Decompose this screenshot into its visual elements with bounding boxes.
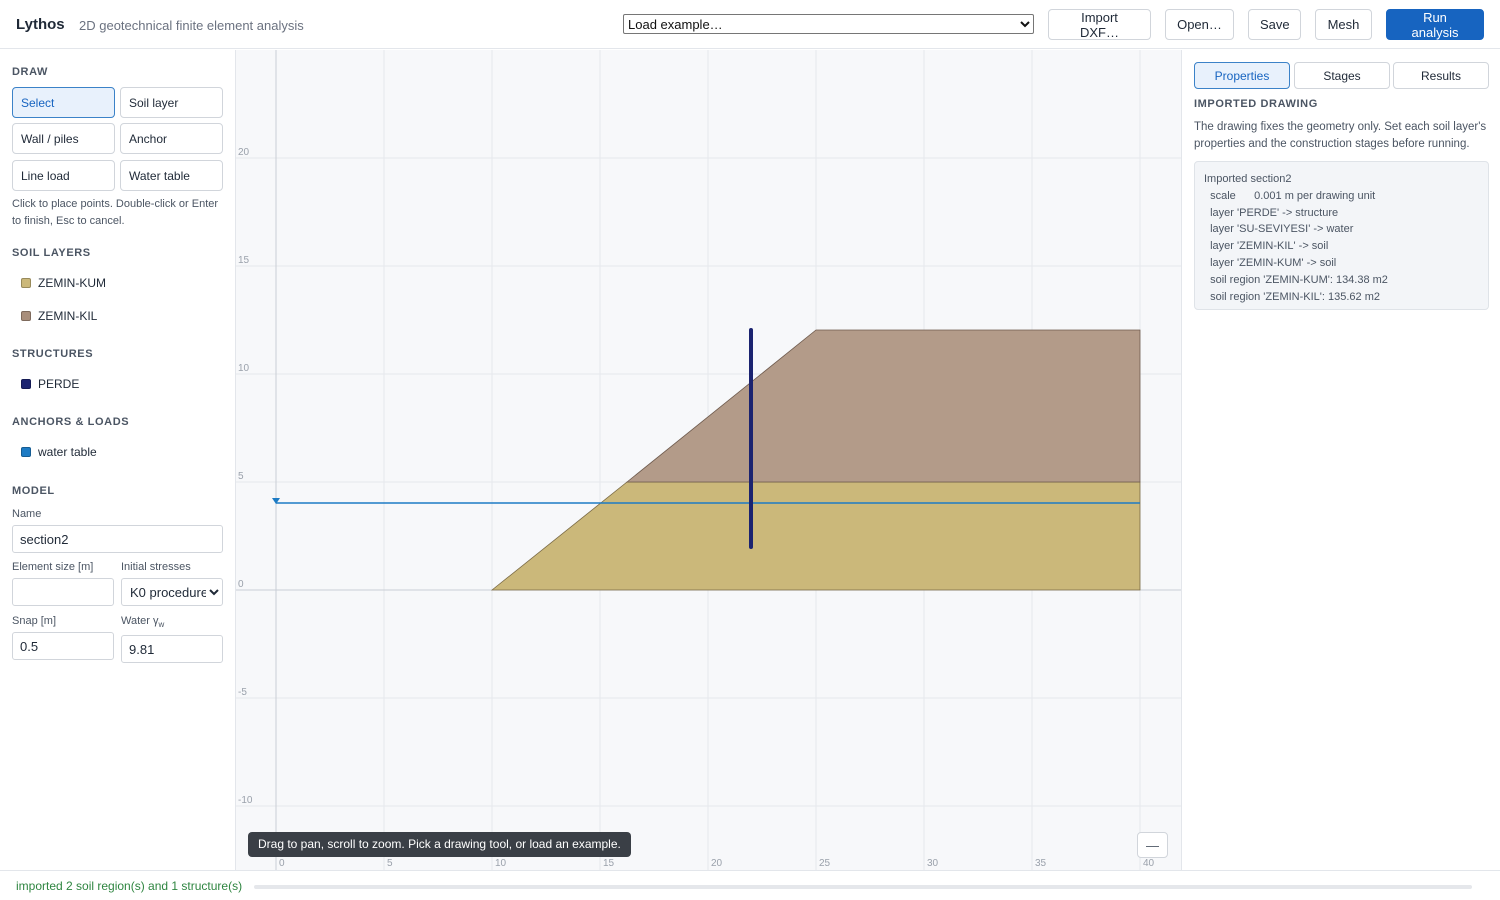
structure-label: PERDE — [38, 377, 80, 391]
model-name-input[interactable] — [12, 525, 223, 553]
import-log-line: layer 'ZEMIN-KIL' -> soil — [1204, 240, 1329, 253]
soil-layer-label: ZEMIN-KIL — [38, 309, 98, 323]
save-button[interactable]: Save — [1248, 9, 1301, 40]
y-tick-labels: 20 15 10 5 0 -5 -10 — [238, 147, 253, 806]
imported-drawing-description: The drawing fixes the geometry only. Set… — [1194, 121, 1487, 150]
water-unit-weight-text: Water γ — [121, 615, 159, 627]
import-log-line: soil region 'ZEMIN-KUM': 134.38 m2 — [1204, 273, 1388, 286]
import-dxf-button[interactable]: Import DXF… — [1048, 9, 1151, 40]
model-svg[interactable]: 20 15 10 5 0 -5 -10 0 5 10 15 20 25 30 3… — [236, 50, 1181, 870]
import-log-line: layer 'SU-SEVIYESI' -> water — [1204, 223, 1354, 236]
tab-properties[interactable]: Properties — [1194, 62, 1290, 89]
x-tick-label: 40 — [1143, 858, 1155, 869]
x-tick-label: 10 — [495, 858, 507, 869]
tool-anchor-button[interactable]: Anchor — [120, 123, 223, 154]
y-tick-label: 5 — [238, 471, 244, 482]
soil-color-swatch — [21, 311, 31, 321]
import-log-line: layer 'ZEMIN-KUM' -> soil — [1204, 256, 1337, 269]
element-size-label: Element size [m] — [12, 561, 94, 573]
y-tick-label: 10 — [238, 363, 250, 374]
tab-results[interactable]: Results — [1393, 62, 1489, 89]
import-log-line: scale 0.001 m per drawing unit — [1204, 189, 1376, 202]
app-tagline: 2D geotechnical finite element analysis — [79, 18, 304, 33]
canvas-hint-tooltip: Drag to pan, scroll to zoom. Pick a draw… — [248, 832, 631, 857]
app-root: Lythos 2D geotechnical finite element an… — [0, 0, 1500, 900]
name-label: Name — [12, 508, 42, 520]
load-item[interactable]: water table — [21, 444, 97, 460]
draw-heading: DRAW — [12, 66, 49, 78]
structure-item[interactable]: PERDE — [21, 376, 79, 392]
app-title: Lythos — [16, 16, 65, 33]
water-unit-weight-input[interactable] — [121, 635, 223, 663]
soil-color-swatch — [21, 278, 31, 288]
tool-wall-button[interactable]: Wall / piles — [12, 123, 115, 154]
draw-hint: Click to place points. Double-click or E… — [12, 198, 219, 227]
initial-stresses-label: Initial stresses — [121, 561, 191, 573]
right-panel: Properties Stages Results IMPORTED DRAWI… — [1181, 50, 1500, 870]
tab-stages[interactable]: Stages — [1294, 62, 1390, 89]
structures-heading: STRUCTURES — [12, 348, 94, 360]
soil-layer-item[interactable]: ZEMIN-KIL — [21, 308, 97, 324]
x-tick-labels: 0 5 10 15 20 25 30 35 40 — [279, 858, 1155, 869]
imported-drawing-heading: IMPORTED DRAWING — [1194, 98, 1318, 110]
left-sidebar: DRAW Select Soil layer Wall / piles Anch… — [0, 50, 236, 870]
top-bar: Lythos 2D geotechnical finite element an… — [0, 0, 1500, 49]
y-tick-label: 20 — [238, 147, 250, 158]
mesh-button[interactable]: Mesh — [1315, 9, 1372, 40]
import-log-line: Imported section2 — [1204, 173, 1292, 185]
import-log-line: layer 'PERDE' -> structure — [1204, 206, 1339, 219]
water-color-swatch — [21, 447, 31, 457]
model-heading: MODEL — [12, 485, 55, 497]
water-unit-weight-subscript: w — [158, 620, 165, 630]
status-message: imported 2 soil region(s) and 1 structur… — [16, 879, 243, 893]
y-tick-label: 15 — [238, 255, 250, 266]
snap-input[interactable] — [12, 632, 114, 660]
y-tick-label: 0 — [238, 579, 244, 590]
progress-bar — [254, 885, 1472, 889]
x-tick-label: 15 — [603, 858, 615, 869]
x-tick-label: 5 — [387, 858, 393, 869]
x-tick-label: 30 — [927, 858, 939, 869]
drawing-canvas[interactable]: 20 15 10 5 0 -5 -10 0 5 10 15 20 25 30 3… — [236, 50, 1181, 870]
status-bar: imported 2 soil region(s) and 1 structur… — [0, 870, 1500, 900]
element-size-input[interactable] — [12, 578, 114, 606]
structure-color-swatch — [21, 379, 31, 389]
collapse-button[interactable]: — — [1137, 832, 1168, 858]
y-tick-label: -10 — [238, 795, 253, 806]
x-tick-label: 20 — [711, 858, 723, 869]
soil-layer-item[interactable]: ZEMIN-KUM — [21, 275, 106, 291]
y-tick-label: -5 — [238, 687, 247, 698]
x-tick-label: 0 — [279, 858, 285, 869]
anchors-loads-heading: ANCHORS & LOADS — [12, 416, 130, 428]
soil-region-zemin-kil[interactable] — [625, 329, 1141, 483]
tool-water-table-button[interactable]: Water table — [120, 160, 223, 191]
soil-layers-heading: SOIL LAYERS — [12, 247, 91, 259]
initial-stresses-select[interactable]: K0 procedure — [121, 578, 223, 606]
x-tick-label: 35 — [1035, 858, 1047, 869]
soil-layer-label: ZEMIN-KUM — [38, 276, 106, 290]
tool-select-button[interactable]: Select — [12, 87, 115, 118]
tool-line-load-button[interactable]: Line load — [12, 160, 115, 191]
soil-region-zemin-kum[interactable] — [490, 481, 1141, 591]
open-button[interactable]: Open… — [1165, 9, 1234, 40]
run-analysis-button[interactable]: Run analysis — [1386, 9, 1484, 40]
snap-label: Snap [m] — [12, 615, 57, 627]
import-log-line: soil region 'ZEMIN-KIL': 135.62 m2 — [1204, 290, 1380, 303]
tool-soil-layer-button[interactable]: Soil layer — [120, 87, 223, 118]
import-log: Imported section2 scale 0.001 m per draw… — [1194, 161, 1489, 310]
load-example-select[interactable]: Load example… — [623, 14, 1034, 34]
x-tick-label: 25 — [819, 858, 831, 869]
load-label: water table — [38, 445, 97, 459]
water-unit-weight-label: Water γw — [121, 615, 164, 629]
